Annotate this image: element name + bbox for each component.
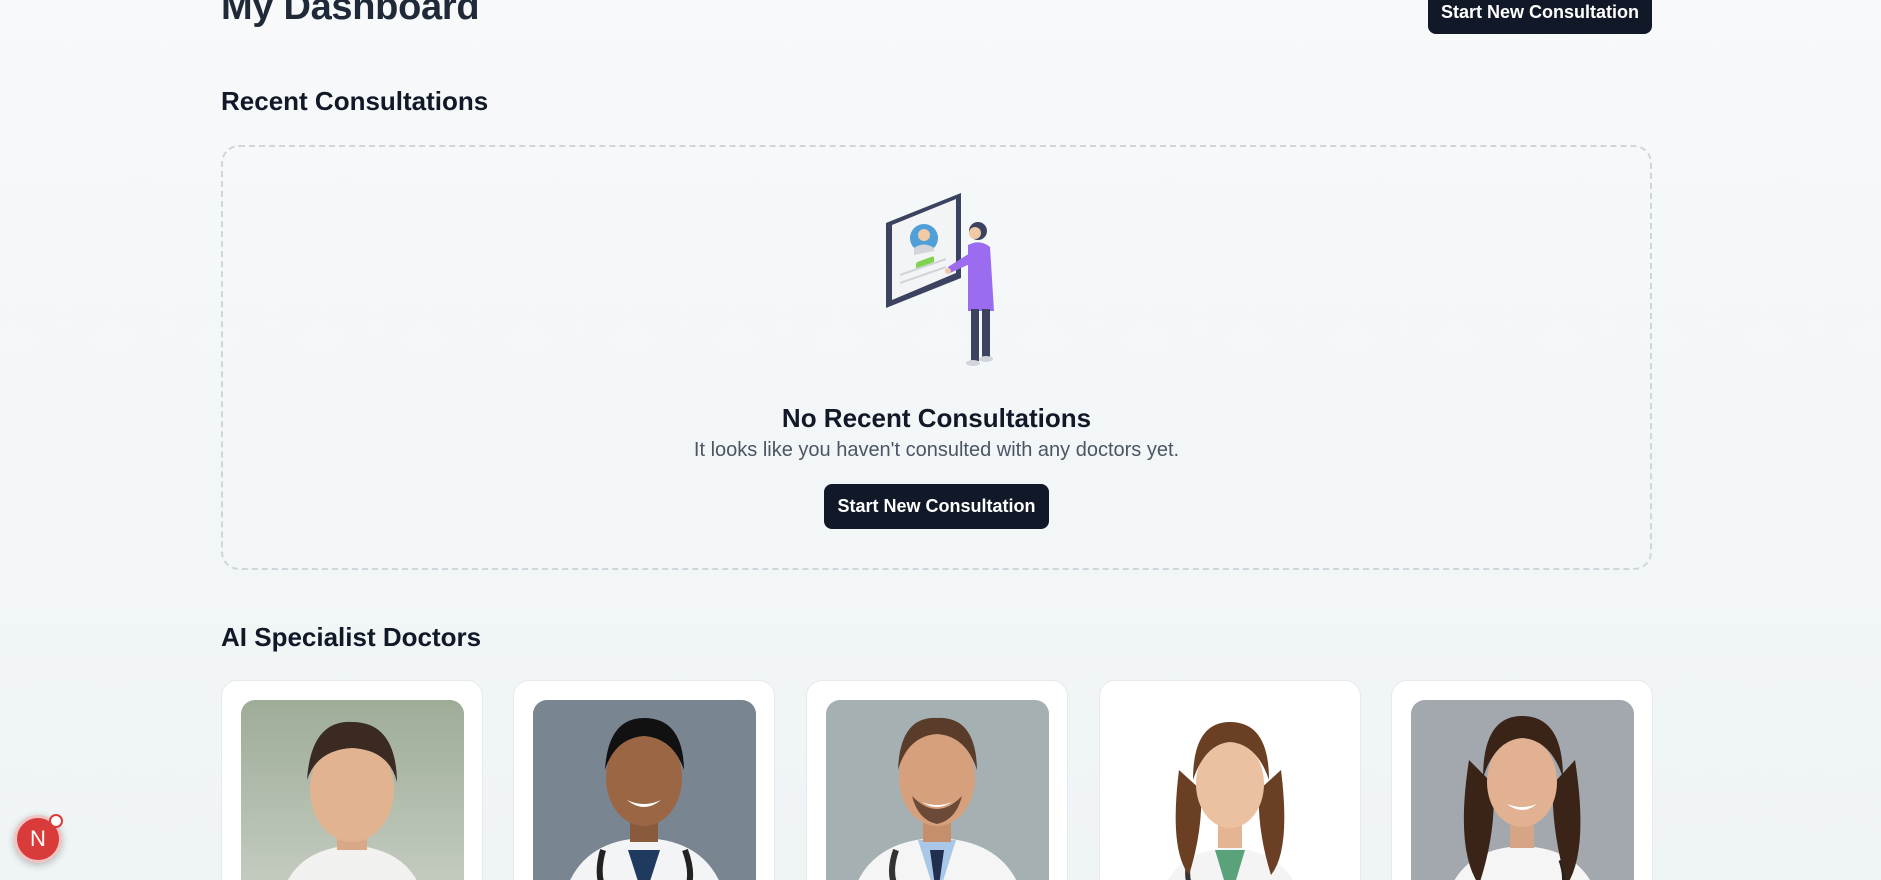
- doctor-card[interactable]: [221, 680, 483, 880]
- doctor-photo: [826, 700, 1049, 880]
- doctor-photo: [533, 700, 756, 880]
- start-consultation-header-button[interactable]: Start New Consultation: [1428, 0, 1652, 34]
- doctor-card[interactable]: [1099, 680, 1361, 880]
- empty-consultations-box: No Recent Consultations It looks like yo…: [221, 145, 1652, 570]
- ai-doctors-title: AI Specialist Doctors: [221, 622, 482, 652]
- doctor-photo: [241, 700, 464, 880]
- recent-consultations-title: Recent Consultations: [221, 86, 489, 116]
- doctor-card[interactable]: [806, 680, 1068, 880]
- dev-indicator-button[interactable]: N: [14, 814, 63, 863]
- start-consultation-button[interactable]: Start New Consultation: [824, 484, 1049, 529]
- doctor-card[interactable]: [513, 680, 775, 880]
- doctor-photo: [1411, 700, 1634, 880]
- doctor-screen-illustration: [886, 193, 994, 366]
- doctor-photo: [1119, 700, 1342, 880]
- page-title: My Dashboard: [221, 0, 480, 28]
- doctor-card[interactable]: [1391, 680, 1653, 880]
- dashboard-container: My Dashboard Start New Consultation Rece…: [221, 0, 1653, 880]
- empty-heading: No Recent Consultations: [781, 403, 1092, 433]
- n-logo-icon: N: [30, 826, 46, 851]
- notification-dot-icon: [49, 814, 63, 828]
- empty-text: It looks like you haven't consulted with…: [693, 439, 1180, 461]
- page-header: My Dashboard Start New Consultation: [221, 0, 1652, 60]
